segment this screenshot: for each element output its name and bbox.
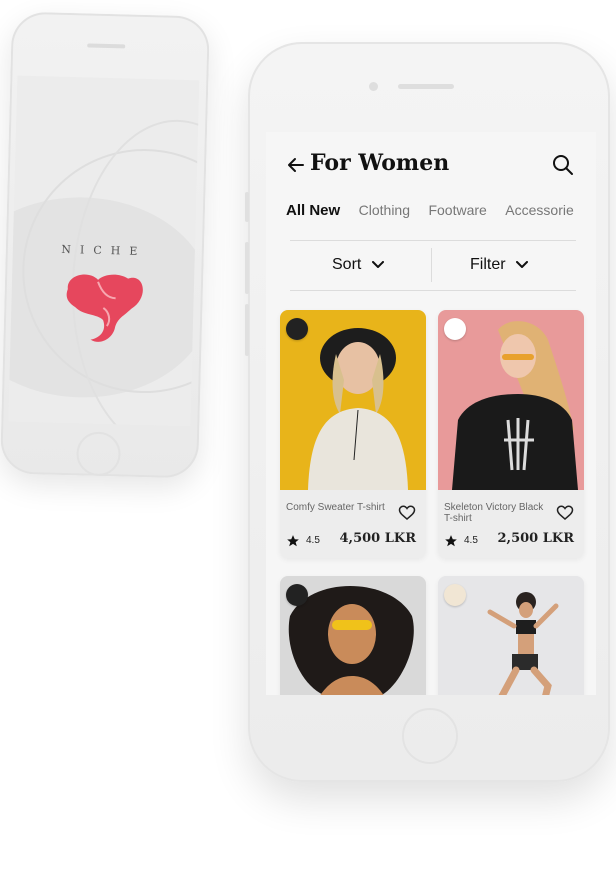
heart-icon[interactable] [556,504,574,522]
heart-icon[interactable] [398,504,416,522]
home-button [75,431,122,477]
sort-label: Sort [332,256,362,273]
star-icon [445,535,457,547]
sort-button[interactable]: Sort [332,256,384,274]
product-price: 4,500 LKR [339,531,416,546]
product-rating: 4.5 [464,535,478,546]
brand-badge [444,584,466,606]
brand-badge [286,584,308,606]
tab-all-new[interactable]: All New [286,202,340,219]
star-icon [287,535,299,547]
phone-speaker [398,84,454,89]
phone-splash: NICHE [0,11,211,479]
product-card[interactable] [438,576,584,695]
product-name: Comfy Sweater T-shirt [286,502,385,513]
divider [431,248,432,282]
phone-side-button [245,192,249,222]
chevron-down-icon [516,260,529,268]
elephant-logo-icon [66,274,143,342]
divider [290,240,576,241]
phone-side-button [245,304,249,356]
brand-badge [286,318,308,340]
page-title: For Women [310,150,450,176]
chevron-down-icon [371,260,384,268]
tab-footware[interactable]: Footware [428,202,486,218]
product-name: Skeleton Victory Black T-shirt [444,502,544,524]
filter-label: Filter [470,256,506,273]
product-card[interactable] [280,576,426,695]
product-card[interactable]: Skeleton Victory Black T-shirt 4.5 2,500… [438,310,584,558]
splash-screen: NICHE [8,75,200,427]
filter-button[interactable]: Filter [470,256,529,274]
phone-speaker [87,43,126,49]
phone-main: For Women All New Clothing Footware Acce… [245,42,610,782]
app-screen: For Women All New Clothing Footware Acce… [266,132,596,695]
search-icon[interactable] [552,154,574,176]
product-rating: 4.5 [306,535,320,546]
phone-side-button [245,242,249,294]
product-price: 2,500 LKR [497,531,574,546]
product-card[interactable]: Comfy Sweater T-shirt 4.5 4,500 LKR [280,310,426,558]
tab-clothing[interactable]: Clothing [359,202,410,218]
divider [290,290,576,291]
category-tabs: All New Clothing Footware Accessorie [286,202,588,220]
arrow-left-icon[interactable] [286,155,306,175]
tab-accessories[interactable]: Accessorie [505,202,573,218]
home-button [402,708,458,764]
phone-camera [369,82,378,91]
header: For Women [266,132,596,212]
brand-badge [444,318,466,340]
